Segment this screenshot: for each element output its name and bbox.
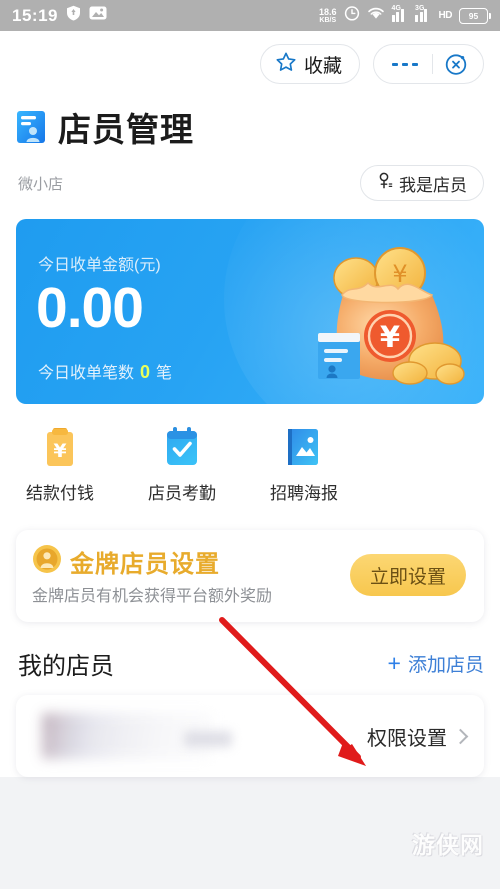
income-count-value: 0 — [140, 362, 151, 382]
quick-action-settlement[interactable]: ¥ 结款付钱 — [22, 426, 98, 504]
battery-level: 95 — [468, 10, 479, 21]
signal-4g-icon: 4G — [391, 5, 409, 22]
setup-now-button[interactable]: 立即设置 — [350, 554, 466, 596]
clerk-detail-blurred — [184, 731, 232, 747]
person-icon — [377, 172, 393, 194]
plus-icon: + — [387, 650, 401, 676]
page-content: 收藏 店员管理 微小店 我是店员 今日收单金额(元) 0.00 今日收单笔数 0… — [0, 31, 500, 777]
page-title-row: 店员管理 — [0, 97, 500, 151]
today-income-card[interactable]: 今日收单金额(元) 0.00 今日收单笔数 0 笔 ¥ ¥ — [16, 219, 484, 404]
clerk-row[interactable]: 权限设置 — [16, 695, 484, 777]
medal-icon — [32, 544, 62, 574]
signal-3g-label: 3G — [415, 5, 425, 12]
favorite-label: 收藏 — [303, 55, 342, 77]
alarm-clock-icon — [344, 5, 360, 26]
more-options-button[interactable] — [378, 62, 432, 66]
clipboard-yuan-icon: ¥ — [40, 426, 80, 468]
my-clerks-header: 我的店员 + 添加店员 — [0, 622, 500, 681]
income-amount: 0.00 — [36, 276, 144, 340]
shop-row: 微小店 我是店员 — [0, 151, 500, 211]
volte-hd-icon: HD — [438, 10, 453, 21]
wifi-icon — [367, 6, 385, 25]
shop-name: 微小店 — [18, 175, 64, 193]
add-clerk-label: 添加店员 — [407, 655, 484, 676]
poster-image-icon — [284, 426, 324, 468]
svg-text:¥: ¥ — [53, 440, 66, 462]
gold-card-subtitle: 金牌店员有机会获得平台额外奖励 — [32, 588, 273, 605]
quick-action-label: 招聘海报 — [270, 484, 338, 503]
quick-action-label: 店员考勤 — [148, 484, 216, 503]
permission-settings-link[interactable]: 权限设置 — [367, 722, 469, 751]
quick-action-label: 结款付钱 — [26, 484, 94, 503]
income-count-prefix: 今日收单笔数 — [38, 365, 135, 382]
gold-clerk-settings-card[interactable]: 金牌店员设置 金牌店员有机会获得平台额外奖励 立即设置 — [16, 530, 484, 622]
phone-screen: 15:19 18.6 KB/S 4G 3G HD 95 收藏 店员管理 微小店 … — [0, 0, 500, 889]
calendar-check-icon — [162, 426, 202, 468]
status-bar-right: 18.6 KB/S 4G 3G HD 95 — [319, 5, 491, 26]
status-bar-left: 15:19 — [12, 5, 107, 26]
add-clerk-button[interactable]: + 添加店员 — [388, 650, 484, 677]
star-icon — [275, 51, 297, 78]
status-time: 15:19 — [12, 5, 58, 25]
network-speed-unit: KB/S — [319, 16, 337, 24]
network-speed-indicator: 18.6 KB/S — [319, 6, 337, 24]
money-bag-illustration: ¥ ¥ — [298, 233, 478, 398]
i-am-clerk-label: 我是店员 — [399, 175, 467, 195]
favorite-button[interactable]: 收藏 — [259, 44, 360, 84]
battery-icon: 95 — [459, 7, 491, 24]
quick-action-poster[interactable]: 招聘海报 — [266, 426, 342, 504]
my-clerks-title: 我的店员 — [18, 653, 114, 680]
income-count-suffix: 笔 — [156, 365, 173, 382]
status-bar: 15:19 18.6 KB/S 4G 3G HD 95 — [0, 0, 500, 31]
page-title: 店员管理 — [58, 111, 194, 148]
svg-text:¥: ¥ — [380, 320, 400, 354]
gold-card-title: 金牌店员设置 — [70, 551, 220, 578]
watermark: 游侠网 — [412, 832, 484, 858]
network-speed-value: 18.6 — [319, 6, 337, 17]
income-card-label: 今日收单金额(元) — [38, 257, 161, 274]
signal-3g-icon: 3G — [415, 5, 432, 22]
more-and-close-group — [373, 44, 484, 84]
quick-actions-row: ¥ 结款付钱 店员考勤 招聘海报 — [0, 404, 500, 514]
image-message-icon — [89, 6, 107, 25]
quick-action-attendance[interactable]: 店员考勤 — [144, 426, 220, 504]
top-action-row: 收藏 — [0, 31, 500, 97]
chevron-right-icon — [452, 728, 469, 745]
permission-settings-label: 权限设置 — [367, 728, 447, 750]
shield-icon — [66, 5, 81, 26]
i-am-clerk-button[interactable]: 我是店员 — [360, 165, 484, 201]
close-button[interactable] — [433, 52, 479, 76]
clerk-card-icon — [16, 110, 46, 144]
signal-4g-label: 4G — [391, 5, 401, 12]
income-count-row: 今日收单笔数 0 笔 — [38, 359, 172, 383]
